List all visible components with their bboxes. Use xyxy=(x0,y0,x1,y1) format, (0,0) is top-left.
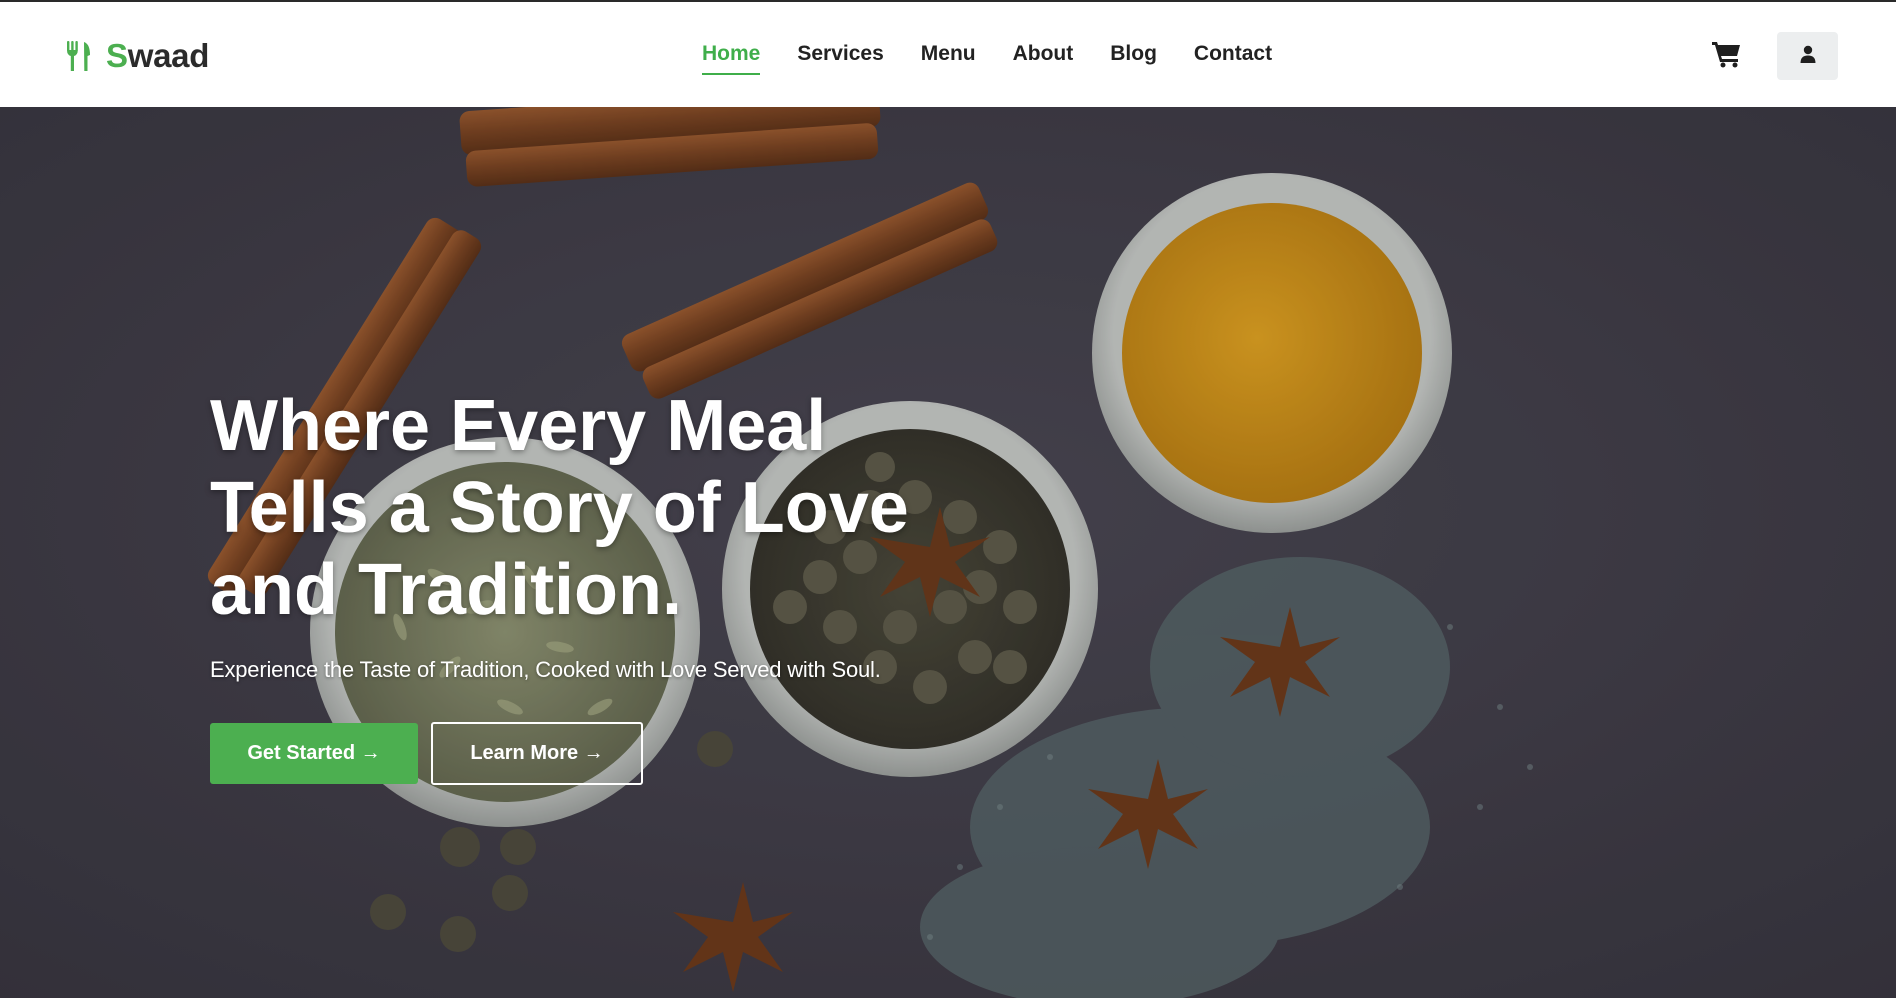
hero-actions: Get Started → Learn More → xyxy=(210,722,1110,785)
nav-item-about[interactable]: About xyxy=(1013,42,1074,72)
hero-content: Where Every Meal Tells a Story of Love a… xyxy=(210,385,1110,785)
user-icon xyxy=(1800,45,1816,68)
brand-name-initial: S xyxy=(106,37,128,74)
get-started-button[interactable]: Get Started → xyxy=(210,723,418,784)
main-nav: Home Services Menu About Blog Contact xyxy=(702,42,1309,75)
navbar: Swaad Home Services Menu About Blog Cont… xyxy=(0,2,1896,107)
user-account-button[interactable] xyxy=(1777,32,1838,80)
hero-title: Where Every Meal Tells a Story of Love a… xyxy=(210,386,909,630)
cart-icon xyxy=(1712,42,1742,72)
nav-item-services[interactable]: Services xyxy=(797,42,883,72)
hero-subtitle: Experience the Taste of Tradition, Cooke… xyxy=(210,657,881,682)
learn-more-button[interactable]: Learn More → xyxy=(431,722,643,785)
cart-button[interactable] xyxy=(1712,40,1746,72)
nav-item-home[interactable]: Home xyxy=(702,42,761,75)
hero-section: Where Every Meal Tells a Story of Love a… xyxy=(0,107,1896,998)
nav-item-contact[interactable]: Contact xyxy=(1194,42,1272,72)
brand-logo[interactable]: Swaad xyxy=(66,36,209,76)
nav-item-blog[interactable]: Blog xyxy=(1110,42,1157,72)
fork-knife-icon xyxy=(66,41,92,71)
brand-name: Swaad xyxy=(106,37,209,75)
nav-item-menu[interactable]: Menu xyxy=(921,42,976,72)
brand-name-rest: waad xyxy=(127,37,210,74)
